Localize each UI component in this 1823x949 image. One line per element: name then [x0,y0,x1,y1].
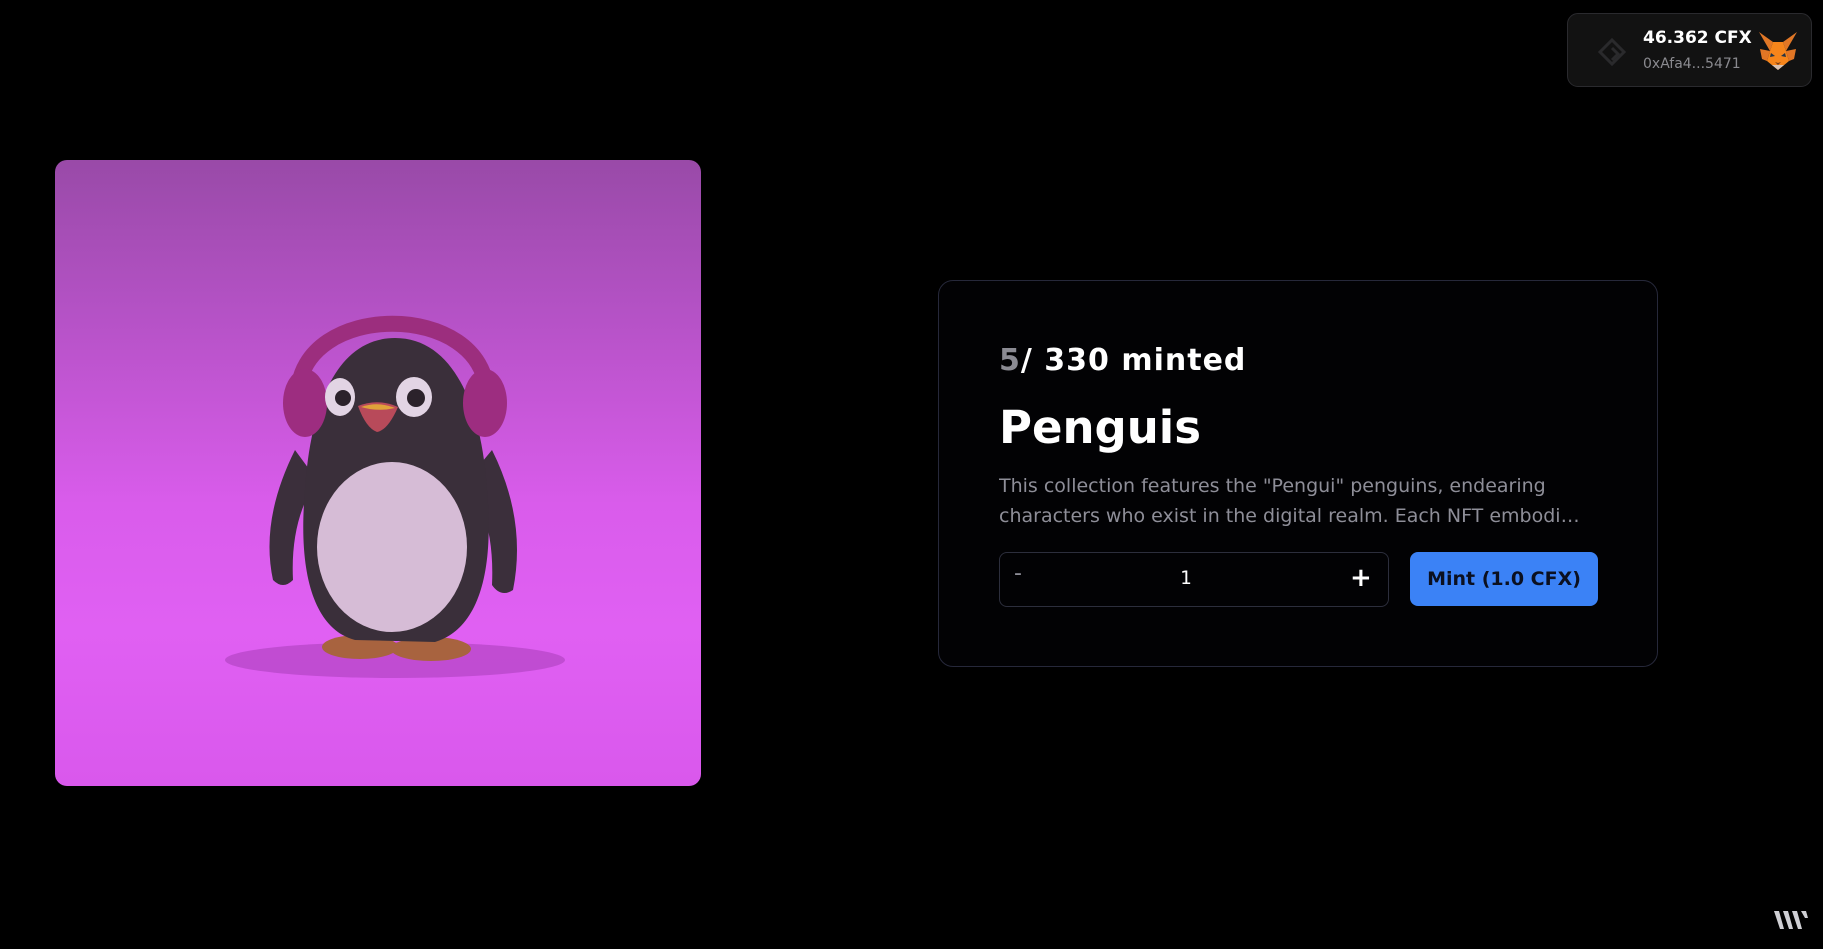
thirdweb-logo-icon[interactable] [1774,908,1808,932]
decrement-button[interactable]: - [1014,561,1022,586]
collection-title: Penguis [999,401,1201,454]
minted-total: / 330 minted [1020,343,1247,378]
penguin-illustration [225,315,565,678]
quantity-stepper: - 1 + [999,552,1389,607]
wallet-address: 0xAfa4...5471 [1643,56,1741,72]
nft-image [55,160,701,786]
minted-count: 5 [999,343,1021,378]
quantity-value[interactable]: 1 [1180,567,1191,589]
wallet-button[interactable]: 46.362 CFX 0xAfa4...5471 [1567,13,1812,87]
increment-button[interactable]: + [1350,563,1372,593]
collection-description: This collection features the "Pengui" pe… [999,471,1589,531]
page: 46.362 CFX 0xAfa4...5471 5/ 330 minted P… [0,0,1823,949]
metamask-fox-icon [1759,32,1797,70]
description-line: This collection features the "Pengui" pe… [999,475,1546,497]
minted-counter: 5/ 330 minted [999,343,1246,378]
wallet-balance: 46.362 CFX [1643,28,1752,48]
conflux-icon [1597,37,1627,67]
mint-button[interactable]: Mint (1.0 CFX) [1410,552,1598,606]
description-line: characters who exist in the digital real… [999,505,1589,527]
mint-card: 5/ 330 minted Penguis This collection fe… [938,280,1658,667]
